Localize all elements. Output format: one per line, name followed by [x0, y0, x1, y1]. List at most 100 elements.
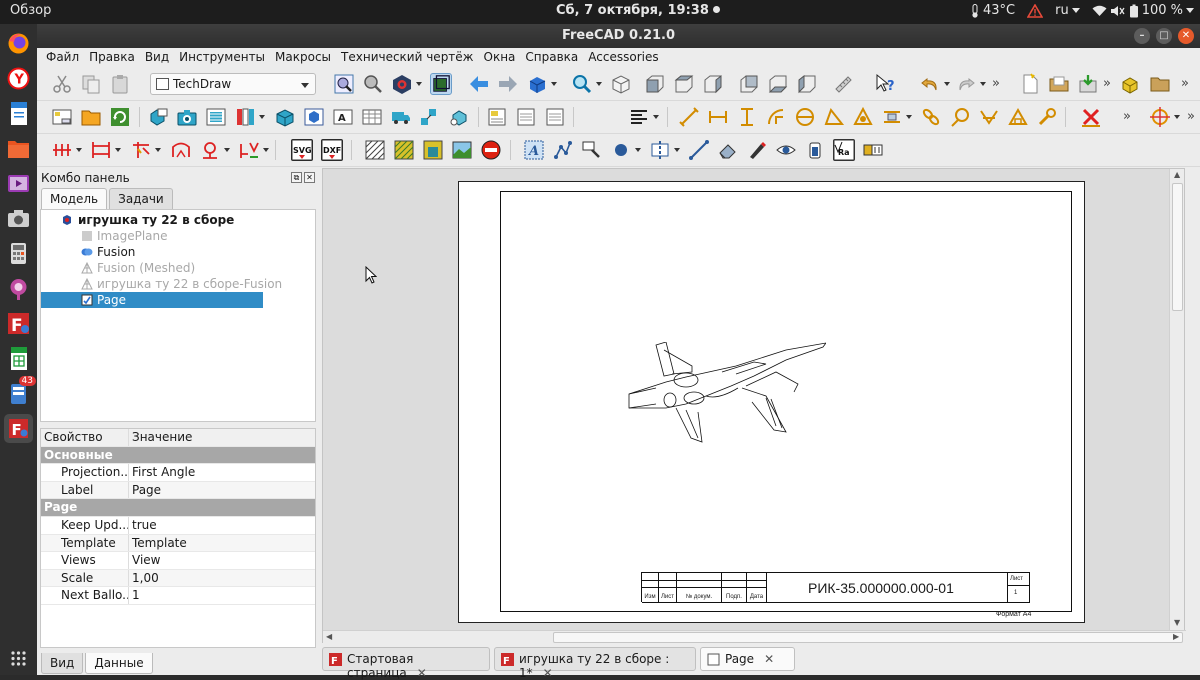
draw-style-button[interactable]	[391, 73, 422, 95]
dock-camera[interactable]	[4, 204, 33, 233]
scroll-down-icon[interactable]: ▼	[1174, 618, 1180, 627]
view-bottom-button[interactable]	[767, 73, 789, 95]
landmark-dimension-button[interactable]	[978, 106, 1000, 128]
chamfer-dimension-button[interactable]	[130, 139, 161, 161]
arc-length-button[interactable]	[170, 139, 192, 161]
menu-edit[interactable]: Правка	[84, 48, 140, 68]
geometric-hatch-button[interactable]	[393, 139, 415, 161]
vertical-dimension-button[interactable]	[736, 106, 758, 128]
property-row[interactable]: Label Page	[41, 481, 315, 500]
dock-yandex-browser[interactable]: Y	[4, 64, 33, 93]
property-row[interactable]: Views View	[41, 552, 315, 570]
close-button[interactable]: ✕	[1178, 28, 1194, 44]
weld-symbol-button[interactable]	[804, 139, 826, 161]
leader-line-button[interactable]	[552, 139, 574, 161]
back-button[interactable]	[468, 73, 490, 95]
drawing-sheet[interactable]: Изм Лист № докум. Подп. Дата РИК-35.0000…	[458, 181, 1085, 623]
cascade-dimension-button[interactable]	[90, 139, 121, 161]
paste-button[interactable]	[109, 73, 131, 95]
draft-view-button[interactable]	[419, 106, 441, 128]
dock-app-pink[interactable]	[4, 274, 33, 303]
part-design-button[interactable]	[1120, 73, 1142, 95]
property-group-basic[interactable]: Основные	[41, 446, 315, 465]
std-view-zoom-button[interactable]	[571, 73, 602, 95]
redraw-page-button[interactable]	[109, 106, 131, 128]
value-column-header[interactable]: Значение	[129, 429, 192, 446]
status-menu[interactable]: 100 %	[1092, 3, 1194, 18]
insert-page-template-button[interactable]	[80, 106, 102, 128]
temperature-indicator[interactable]: 43°C	[970, 3, 1015, 18]
property-row[interactable]: Projection... First Angle	[41, 464, 315, 482]
dock-files[interactable]	[4, 134, 33, 163]
warning-indicator[interactable]	[1027, 3, 1044, 18]
repair-dimension-button[interactable]	[1036, 106, 1058, 128]
arch-section-button[interactable]	[390, 106, 412, 128]
balloon-button[interactable]	[949, 106, 971, 128]
property-value[interactable]: Page	[129, 482, 161, 499]
new-document-button[interactable]	[1019, 73, 1041, 95]
menu-help[interactable]: Справка	[520, 48, 583, 68]
image-button[interactable]	[422, 139, 444, 161]
close-tab-icon[interactable]: ✕	[764, 652, 774, 666]
dock-freecad[interactable]: F	[4, 309, 33, 338]
diameter-dimension-button[interactable]	[794, 106, 816, 128]
increase-decimal-button[interactable]	[238, 139, 269, 161]
property-row[interactable]: Scale 1,00	[41, 569, 315, 588]
tree-item-page[interactable]: Page	[41, 292, 263, 308]
scroll-thumb[interactable]	[1172, 183, 1183, 311]
menu-techdraw[interactable]: Технический чертёж	[336, 48, 478, 68]
cosmetic-eraser-button[interactable]	[717, 139, 739, 161]
toolbar-overflow-button[interactable]: »	[992, 76, 1000, 91]
toolbar-overflow-button-3[interactable]: »	[1181, 76, 1189, 91]
view-rear-button[interactable]	[738, 73, 760, 95]
insert-clip-group-button[interactable]	[303, 106, 325, 128]
view-top-button[interactable]	[673, 73, 695, 95]
menu-windows[interactable]: Окна	[479, 48, 521, 68]
zoom-selection-button[interactable]	[362, 73, 384, 95]
menu-tools[interactable]: Инструменты	[174, 48, 270, 68]
toolbar-overflow-button-2[interactable]: »	[1103, 76, 1111, 91]
length-dimension-button[interactable]	[678, 106, 700, 128]
tree-item-fusion-meshed[interactable]: Fusion (Meshed)	[41, 260, 315, 276]
toolbar-overflow-button-5[interactable]: »	[1187, 109, 1195, 124]
radius-dimension-button[interactable]	[765, 106, 787, 128]
angle-dimension-button[interactable]	[823, 106, 845, 128]
angle-extension-button[interactable]	[199, 139, 230, 161]
view-right-button[interactable]	[702, 73, 724, 95]
scroll-right-icon[interactable]: ▶	[1173, 632, 1179, 641]
activities-button[interactable]: Обзор	[10, 3, 51, 18]
whats-this-button[interactable]: ?	[875, 73, 897, 95]
export-svg-button[interactable]: SVG	[291, 139, 313, 161]
tolerance-button[interactable]	[862, 139, 884, 161]
show-all-button[interactable]	[775, 139, 797, 161]
show-applications-button[interactable]	[4, 644, 33, 673]
dock-calc[interactable]	[4, 344, 33, 373]
scroll-up-icon[interactable]: ▲	[1174, 170, 1180, 179]
cosmetic-vertex-button[interactable]	[610, 139, 641, 161]
property-value[interactable]: Template	[129, 535, 187, 552]
toggle-frame-off-button[interactable]	[480, 139, 502, 161]
menu-macros[interactable]: Макросы	[270, 48, 336, 68]
tree-item-imageplane[interactable]: ImagePlane	[41, 228, 315, 244]
tree-item-document[interactable]: игрушка ту 22 в сборе	[41, 212, 315, 228]
property-value[interactable]: View	[129, 552, 160, 569]
minimize-button[interactable]: –	[1134, 28, 1150, 44]
tab-start-page[interactable]: F Стартовая страница ✕	[322, 647, 490, 680]
menu-file[interactable]: Файл	[41, 48, 84, 68]
tab-document[interactable]: F игрушка ту 22 в сборе : 1* ✕	[494, 647, 696, 680]
drawing-code[interactable]: РИК-35.000000.000-01	[808, 580, 954, 596]
insert-annotation-button[interactable]: A	[332, 106, 354, 128]
vertical-scrollbar[interactable]: ▲ ▼	[1169, 169, 1184, 644]
property-column-header[interactable]: Свойство	[41, 429, 129, 446]
dock-writer[interactable]	[4, 99, 33, 128]
surface-finish-button[interactable]: Ra	[833, 139, 855, 161]
export-page-button[interactable]	[544, 106, 566, 128]
decorate-line-button[interactable]	[746, 139, 768, 161]
horizontal-scrollbar[interactable]: ◀ ▶	[323, 630, 1186, 644]
detail-view-button[interactable]	[448, 106, 470, 128]
property-value[interactable]: 1,00	[129, 570, 159, 587]
folder-button[interactable]	[1149, 73, 1171, 95]
scroll-left-icon[interactable]: ◀	[326, 632, 332, 641]
insert-bitmap-button[interactable]	[515, 106, 537, 128]
insert-section-view-button[interactable]	[205, 106, 227, 128]
